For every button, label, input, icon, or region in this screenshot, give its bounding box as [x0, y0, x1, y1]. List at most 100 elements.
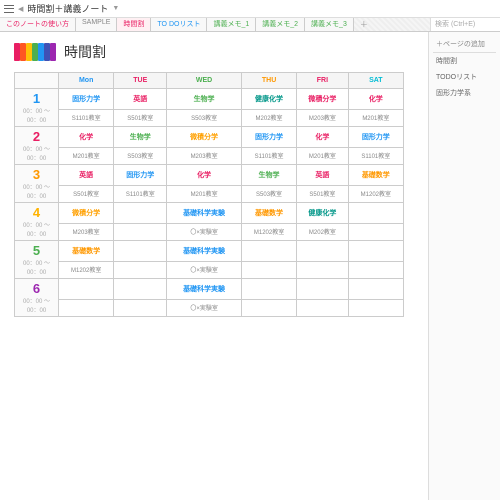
subject-cell[interactable]: 健康化学	[297, 203, 348, 224]
timetable: MonTUEWEDTHUFRISAT 100：00 ～ 00：00固形力学英語生…	[14, 72, 404, 317]
room-cell: M1202教室	[59, 261, 114, 278]
subject-cell[interactable]: 固形力学	[348, 127, 403, 148]
period-number: 5	[17, 243, 56, 258]
tab-0[interactable]: このノートの使い方	[0, 18, 76, 31]
subject-cell[interactable]	[114, 203, 167, 224]
room-cell: S1101教室	[59, 109, 114, 126]
subject-cell[interactable]: 化学	[167, 165, 242, 186]
room-cell	[59, 299, 114, 316]
period-cell: 300：00 ～ 00：00	[15, 165, 59, 203]
subject-cell[interactable]: 英語	[297, 165, 348, 186]
tab-6[interactable]: 講義メモ_3	[305, 18, 354, 31]
tab-add[interactable]: ＋	[354, 18, 374, 31]
sidebar-item-0[interactable]: 時間割	[433, 53, 496, 69]
subject-cell[interactable]: 基礎科学実験	[167, 241, 242, 262]
period-time: 00：00 ～ 00：00	[17, 106, 56, 124]
room-cell: S1101教室	[114, 185, 167, 202]
room-cell	[297, 261, 348, 278]
tab-2[interactable]: 時間割	[117, 18, 151, 31]
period-cell: 400：00 ～ 00：00	[15, 203, 59, 241]
room-cell	[348, 261, 403, 278]
room-cell	[348, 299, 403, 316]
subject-cell[interactable]	[348, 241, 403, 262]
subject-cell[interactable]	[59, 279, 114, 300]
subject-cell[interactable]: 固形力学	[241, 127, 296, 148]
add-page-button[interactable]: ＋ページの追加	[433, 36, 496, 53]
period-cell: 500：00 ～ 00：00	[15, 241, 59, 279]
subject-cell[interactable]: 生物学	[241, 165, 296, 186]
period-time: 00：00 ～ 00：00	[17, 296, 56, 314]
subject-cell[interactable]: 健康化学	[241, 89, 296, 110]
subject-cell[interactable]: 化学	[348, 89, 403, 110]
subject-cell[interactable]	[241, 241, 296, 262]
subject-cell[interactable]	[114, 279, 167, 300]
day-header: Mon	[59, 73, 114, 89]
subject-cell[interactable]: 生物学	[167, 89, 242, 110]
room-cell: M202教室	[297, 223, 348, 240]
room-cell	[241, 299, 296, 316]
chevron-left-icon[interactable]: ◀	[18, 5, 23, 13]
room-cell: S1101教室	[348, 147, 403, 164]
subject-cell[interactable]: 固形力学	[114, 165, 167, 186]
tab-5[interactable]: 講義メモ_2	[256, 18, 305, 31]
subject-cell[interactable]: 化学	[297, 127, 348, 148]
room-cell	[348, 223, 403, 240]
sidebar-item-1[interactable]: TODOリスト	[433, 69, 496, 85]
tab-1[interactable]: SAMPLE	[76, 18, 117, 31]
room-cell	[297, 299, 348, 316]
tab-4[interactable]: 講義メモ_1	[207, 18, 256, 31]
subject-cell[interactable]: 英語	[114, 89, 167, 110]
period-time: 00：00 ～ 00：00	[17, 144, 56, 162]
subject-cell[interactable]: 基礎科学実験	[167, 203, 242, 224]
room-cell: S501教室	[59, 185, 114, 202]
period-number: 2	[17, 129, 56, 144]
subject-cell[interactable]	[348, 279, 403, 300]
room-cell: M201教室	[59, 147, 114, 164]
subject-cell[interactable]	[241, 279, 296, 300]
period-number: 3	[17, 167, 56, 182]
period-number: 6	[17, 281, 56, 296]
room-cell: S503教室	[167, 109, 242, 126]
period-number: 4	[17, 205, 56, 220]
room-cell: M1202教室	[241, 223, 296, 240]
subject-cell[interactable]: 英語	[59, 165, 114, 186]
room-cell: M201教室	[167, 185, 242, 202]
subject-cell[interactable]: 微積分学	[167, 127, 242, 148]
day-header: TUE	[114, 73, 167, 89]
main-content: 時間割 MonTUEWEDTHUFRISAT 100：00 ～ 00：00固形力…	[0, 32, 428, 500]
room-cell: M201教室	[348, 109, 403, 126]
chevron-down-icon[interactable]: ▼	[112, 5, 119, 12]
notebook-title: 時間割＋講義ノート	[27, 2, 108, 15]
subject-cell[interactable]	[348, 203, 403, 224]
subject-cell[interactable]: 固形力学	[59, 89, 114, 110]
room-cell: S503教室	[114, 147, 167, 164]
logo-icon	[14, 43, 56, 61]
subject-cell[interactable]: 化学	[59, 127, 114, 148]
subject-cell[interactable]	[297, 279, 348, 300]
subject-cell[interactable]: 基礎数学	[241, 203, 296, 224]
room-cell	[114, 299, 167, 316]
room-cell	[241, 261, 296, 278]
subject-cell[interactable]: 基礎数学	[59, 241, 114, 262]
subject-cell[interactable]	[297, 241, 348, 262]
subject-cell[interactable]	[114, 241, 167, 262]
room-cell: M202教室	[241, 109, 296, 126]
room-cell: S1101教室	[241, 147, 296, 164]
tab-3[interactable]: TO DOリスト	[151, 18, 207, 31]
room-cell: S501教室	[114, 109, 167, 126]
menu-icon[interactable]	[4, 5, 14, 13]
subject-cell[interactable]: 生物学	[114, 127, 167, 148]
subject-cell[interactable]: 微積分学	[59, 203, 114, 224]
subject-cell[interactable]: 基礎数学	[348, 165, 403, 186]
room-cell	[114, 223, 167, 240]
room-cell: S503教室	[241, 185, 296, 202]
subject-cell[interactable]: 微積分学	[297, 89, 348, 110]
period-time: 00：00 ～ 00：00	[17, 182, 56, 200]
day-header: THU	[241, 73, 296, 89]
sidebar-item-2[interactable]: 固形力学系	[433, 85, 496, 101]
subject-cell[interactable]: 基礎科学実験	[167, 279, 242, 300]
room-cell: M203教室	[167, 147, 242, 164]
period-time: 00：00 ～ 00：00	[17, 220, 56, 238]
search-input[interactable]: 検索 (Ctrl+E)	[430, 18, 500, 31]
title-bar: ◀ 時間割＋講義ノート ▼	[0, 0, 500, 18]
